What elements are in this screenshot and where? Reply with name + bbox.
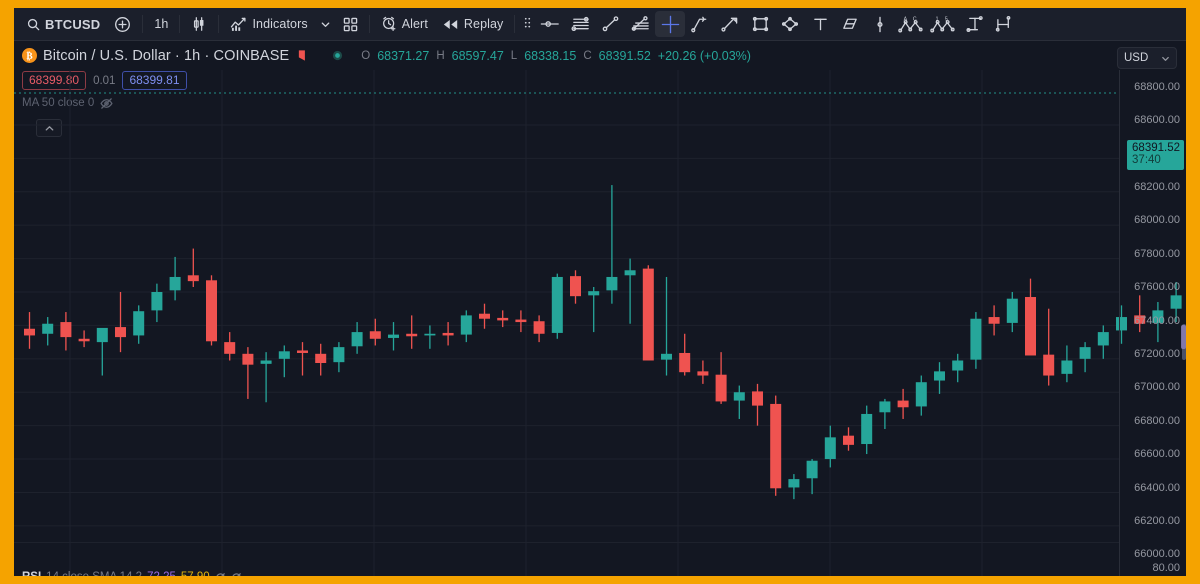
close-value: 68391.52 [598,48,651,63]
hide-icon[interactable] [231,572,242,576]
parallel-channel-icon[interactable] [835,11,865,37]
price-axis-label: 67000.00 [1134,381,1180,394]
replay-label: Replay [463,17,504,31]
dots-grid-icon[interactable] [519,11,535,37]
chevron-down-icon [320,19,331,30]
rsi-value: 72.25 [147,571,176,576]
toolbar-divider [218,15,220,33]
market-open-dot [332,50,343,61]
long-position-icon[interactable] [959,11,989,37]
fib-retracement-icon[interactable] [625,11,655,37]
price-axis-label: 68200.00 [1134,180,1180,193]
price-axis-label: 67400.00 [1134,314,1180,327]
abc-pattern-icon[interactable]: A C [895,11,927,37]
indicators-label: Indicators [252,17,308,31]
bar-countdown: 37:40 [1132,154,1161,167]
price-axis-label: 66200.00 [1134,515,1180,528]
pitchfork-icon[interactable] [685,11,715,37]
replay-button[interactable]: Replay [435,11,511,37]
price-axis-label: 66600.00 [1134,448,1180,461]
rsi-legend: RSI 14 close SMA 14 2 72.25 57.90 [22,571,242,576]
indicators-icon [230,17,247,32]
crosshair-icon[interactable] [655,11,686,37]
price-axis-label: 67200.00 [1134,348,1180,360]
candlestick-chart [14,70,1182,542]
top-toolbar: BTCUSD 1h Indicators Alert Replay A C 1 … [14,8,1186,41]
rsi-legend-name[interactable]: RSI [22,571,41,576]
price-axis-label: 68000.00 [1134,214,1180,227]
search-icon [27,18,40,31]
high-value: 68597.47 [451,48,504,63]
forecast-icon[interactable] [989,11,1019,37]
elliott-wave-icon[interactable]: 1 5 [927,11,959,37]
interval-label: 1h [154,17,169,31]
price-axis-label: 67800.00 [1134,247,1180,260]
rsi-legend-params: 14 close SMA 14 2 [46,571,142,576]
price-axis-label: 66400.00 [1134,481,1180,494]
current-price-tag: 68391.52 37:40 [1127,139,1184,170]
price-axis-label: 68800.00 [1134,80,1180,93]
layout-templates-button[interactable] [336,11,365,37]
chevron-down-icon [1161,54,1170,63]
alert-button[interactable]: Alert [374,11,435,37]
hide-series-icon[interactable] [297,49,310,62]
cross-line-icon[interactable] [535,11,565,37]
low-value: 68338.15 [524,48,577,63]
text-icon[interactable] [805,11,835,37]
rsi-axis-label: 80.00 [1152,562,1180,574]
rewind-icon [442,18,459,31]
settings-icon[interactable] [215,572,226,576]
chart-style-button[interactable] [184,11,214,37]
price-axis-label: 66800.00 [1134,414,1180,427]
brush-icon[interactable] [715,11,745,37]
alert-label: Alert [401,17,428,31]
add-symbol-button[interactable] [107,11,138,37]
current-price-value: 68391.52 [1132,141,1180,154]
ellipse-icon[interactable] [775,11,805,37]
currency-value: USD [1124,52,1149,64]
open-key: O [361,49,371,62]
symbol-search-button[interactable]: BTCUSD [20,11,107,37]
toolbar-divider [142,15,144,33]
high-key: H [436,49,445,62]
price-axis-label: 67600.00 [1134,281,1180,294]
open-value: 68371.27 [377,48,430,63]
drawing-tools-strip: A C 1 5 [519,11,1019,37]
ohlc-values: O 68371.27 H 68597.47 L 68338.15 C 68391.52 … [332,49,751,63]
page-title: Bitcoin / U.S. Dollar · 1h · COINBASE [43,47,290,64]
legend-title-row: ₿ Bitcoin / U.S. Dollar · 1h · COINBASE … [22,46,922,65]
alarm-clock-icon [381,16,397,32]
close-key: C [583,49,592,62]
currency-selector[interactable]: USD [1117,47,1177,69]
chart-area[interactable]: 68800.00 68600.00 68200.00 68000.00 67800.00… [14,70,1186,576]
indicators-dropdown-caret[interactable] [315,11,336,37]
price-axis-label: 68600.00 [1134,114,1180,127]
measure-icon[interactable] [865,11,895,37]
chart-frame: BTCUSD 1h Indicators Alert Replay A C 1 … [14,8,1186,576]
svg-text:₿: ₿ [26,50,32,62]
toolbar-divider [368,15,370,33]
horizontal-lines-icon[interactable] [565,11,595,37]
rsi-sma-value: 57.90 [181,571,210,576]
indicators-button[interactable]: Indicators [223,11,314,37]
toolbar-divider [514,15,516,33]
price-axis[interactable]: 68800.00 68600.00 68200.00 68000.00 67800.00… [1119,70,1186,576]
price-change: +20.26 (+0.03%) [657,48,751,63]
price-axis-label: 66000.00 [1134,548,1180,561]
symbol-name: BTCUSD [45,16,101,32]
tradingview-window: BTCUSD 1h Indicators Alert Replay A C 1 … [0,0,1200,584]
plus-circle-icon [114,16,131,33]
candlestick-icon [191,16,207,32]
toolbar-divider [179,15,181,33]
low-key: L [510,49,518,62]
price-pane[interactable] [14,70,1182,542]
interval-button[interactable]: 1h [147,11,175,37]
grid-layout-icon [343,17,358,32]
trend-line-icon[interactable] [595,11,625,37]
axis-scroll-thumb[interactable] [1181,325,1186,349]
bitcoin-icon: ₿ [22,48,37,63]
rectangle-icon[interactable] [745,11,775,37]
